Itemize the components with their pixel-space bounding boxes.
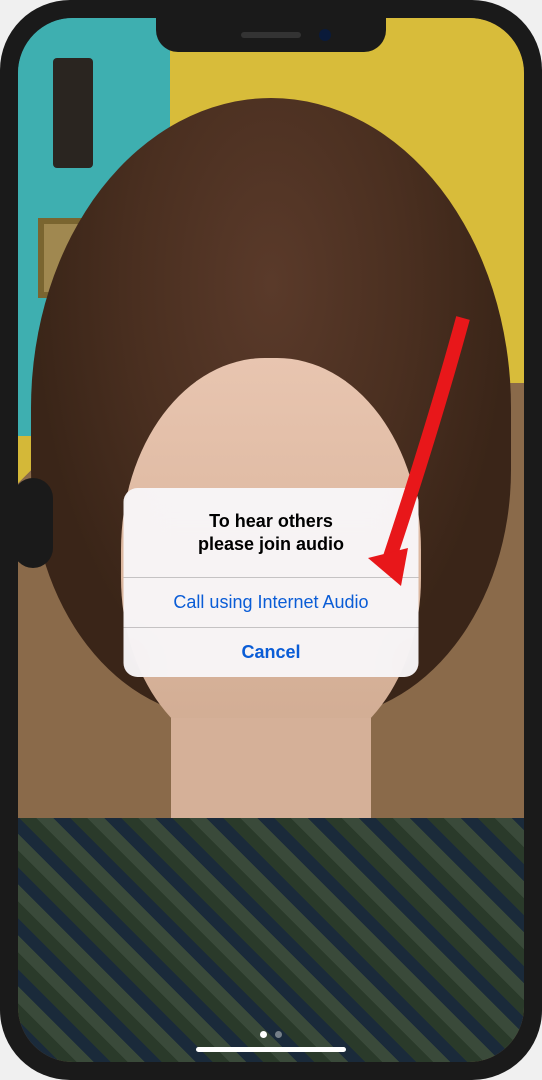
call-internet-audio-button[interactable]: Call using Internet Audio	[124, 577, 419, 627]
page-dot-2	[275, 1031, 282, 1038]
cancel-action-label: Cancel	[241, 642, 300, 662]
phone-screen: To hear others please join audio Call us…	[18, 18, 524, 1062]
page-indicator	[260, 1031, 282, 1038]
alert-title: To hear others please join audio	[124, 488, 419, 577]
phone-notch	[156, 18, 386, 52]
person-shirt	[18, 818, 524, 1062]
alert-title-line1: To hear others	[209, 511, 333, 531]
join-audio-alert: To hear others please join audio Call us…	[124, 488, 419, 677]
headphone-left	[18, 478, 53, 568]
home-indicator-bar[interactable]	[196, 1047, 346, 1052]
page-dot-1	[260, 1031, 267, 1038]
phone-device-frame: To hear others please join audio Call us…	[0, 0, 542, 1080]
alert-title-line2: please join audio	[198, 534, 344, 554]
front-camera	[319, 29, 331, 41]
cancel-button[interactable]: Cancel	[124, 627, 419, 677]
primary-action-label: Call using Internet Audio	[173, 592, 368, 612]
earpiece-speaker	[241, 32, 301, 38]
